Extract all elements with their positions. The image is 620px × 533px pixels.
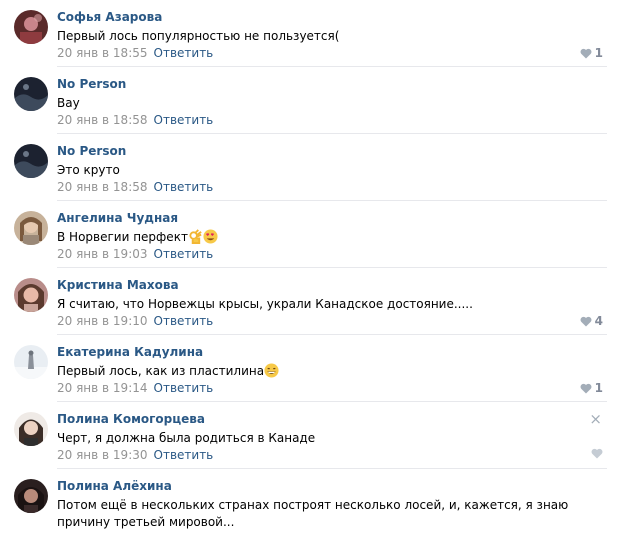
ok-hand-emoji [189, 229, 202, 244]
comment-date[interactable]: 20 янв в 19:03 [57, 247, 148, 261]
avatar[interactable] [14, 278, 48, 312]
comments-feed: Софья Азарова Первый лось популярностью … [0, 0, 620, 533]
comment-text: Первый лось, как из пластилина [57, 363, 597, 380]
comment-text: Вау [57, 96, 80, 110]
reply-button[interactable]: Ответить [154, 314, 214, 328]
comment-meta: 20 янв в 18:58 Ответить [57, 113, 213, 127]
comment-item: No Person Это круто 20 янв в 18:58 Ответи… [0, 134, 620, 201]
comment-date[interactable]: 20 янв в 19:30 [57, 448, 148, 462]
heart-icon [580, 383, 592, 393]
reply-button[interactable]: Ответить [154, 46, 214, 60]
comment-item: Софья Азарова Первый лось популярностью … [0, 0, 620, 67]
reply-button[interactable]: Ответить [154, 113, 214, 127]
reply-button[interactable]: Ответить [154, 180, 214, 194]
comment-date[interactable]: 20 янв в 19:14 [57, 381, 148, 395]
comment-meta: 20 янв в 19:14 Ответить [57, 381, 213, 395]
comment-author[interactable]: Кристина Махова [57, 278, 179, 292]
comment-item: Ангелина Чудная В Норвегии перфект 20 ян… [0, 201, 620, 268]
close-icon[interactable]: × [589, 412, 602, 427]
comment-author[interactable]: Ангелина Чудная [57, 211, 178, 225]
comment-item: Полина Алёхина Потом ещё в нескольких ст… [0, 469, 620, 533]
comment-meta: 20 янв в 19:10 Ответить [57, 314, 213, 328]
grinning-emoji [264, 363, 279, 378]
comment-text: Потом ещё в нескольких странах построят … [57, 497, 597, 531]
reply-button[interactable]: Ответить [154, 247, 214, 261]
comment-date[interactable]: 20 янв в 18:58 [57, 180, 148, 194]
avatar[interactable] [14, 77, 48, 111]
avatar[interactable] [14, 211, 48, 245]
like-count: 1 [594, 46, 603, 60]
comment-meta: 20 янв в 18:55 Ответить [57, 46, 213, 60]
avatar[interactable] [14, 144, 48, 178]
like-button[interactable]: 4 [580, 314, 603, 328]
comment-item: Полина Комогорцева × Черт, я должна была… [0, 402, 620, 469]
avatar[interactable] [14, 10, 48, 44]
heart-icon [591, 448, 603, 459]
comment-meta: 20 янв в 19:30 Ответить [57, 448, 213, 462]
heart-icon [580, 316, 592, 326]
comment-date[interactable]: 20 янв в 18:58 [57, 113, 148, 127]
like-button[interactable]: 1 [580, 46, 603, 60]
comment-meta: 20 янв в 19:03 Ответить [57, 247, 213, 261]
comment-author[interactable]: No Person [57, 77, 126, 91]
heart-eyes-emoji [203, 229, 218, 244]
comment-author[interactable]: No Person [57, 144, 126, 158]
comment-date[interactable]: 20 янв в 18:55 [57, 46, 148, 60]
comment-text: Это круто [57, 163, 120, 177]
comment-text-body: Первый лось, как из пластилина [57, 364, 265, 378]
comment-item: No Person Вау 20 янв в 18:58 Ответить [0, 67, 620, 134]
comment-meta: 20 янв в 18:58 Ответить [57, 180, 213, 194]
avatar[interactable] [14, 479, 48, 513]
comment-author[interactable]: Полина Алёхина [57, 479, 172, 493]
reply-button[interactable]: Ответить [154, 381, 214, 395]
comment-author[interactable]: Полина Комогорцева [57, 412, 205, 426]
comment-author[interactable]: Софья Азарова [57, 10, 162, 24]
comment-author[interactable]: Екатерина Кадулина [57, 345, 203, 359]
like-button[interactable] [591, 448, 603, 459]
reply-button[interactable]: Ответить [154, 448, 214, 462]
comment-text: Черт, я должна была родиться в Канаде [57, 431, 316, 445]
comment-text-body: Потом ещё в нескольких странах построят … [57, 498, 569, 529]
comment-item: Кристина Махова Я считаю, что Норвежцы к… [0, 268, 620, 335]
comment-text-body: В Норвегии перфект [57, 230, 188, 244]
comment-text: Первый лось популярностью не пользуется( [57, 29, 340, 43]
comment-item: Екатерина Кадулина Первый лось, как из п… [0, 335, 620, 402]
comment-date[interactable]: 20 янв в 19:10 [57, 314, 148, 328]
comment-text: Я считаю, что Норвежцы крысы, украли Кан… [57, 297, 473, 311]
like-count: 4 [594, 314, 603, 328]
like-count: 1 [594, 381, 603, 395]
heart-icon [580, 48, 592, 58]
avatar[interactable] [14, 345, 48, 379]
avatar[interactable] [14, 412, 48, 446]
comment-text: В Норвегии перфект [57, 229, 597, 246]
like-button[interactable]: 1 [580, 381, 603, 395]
